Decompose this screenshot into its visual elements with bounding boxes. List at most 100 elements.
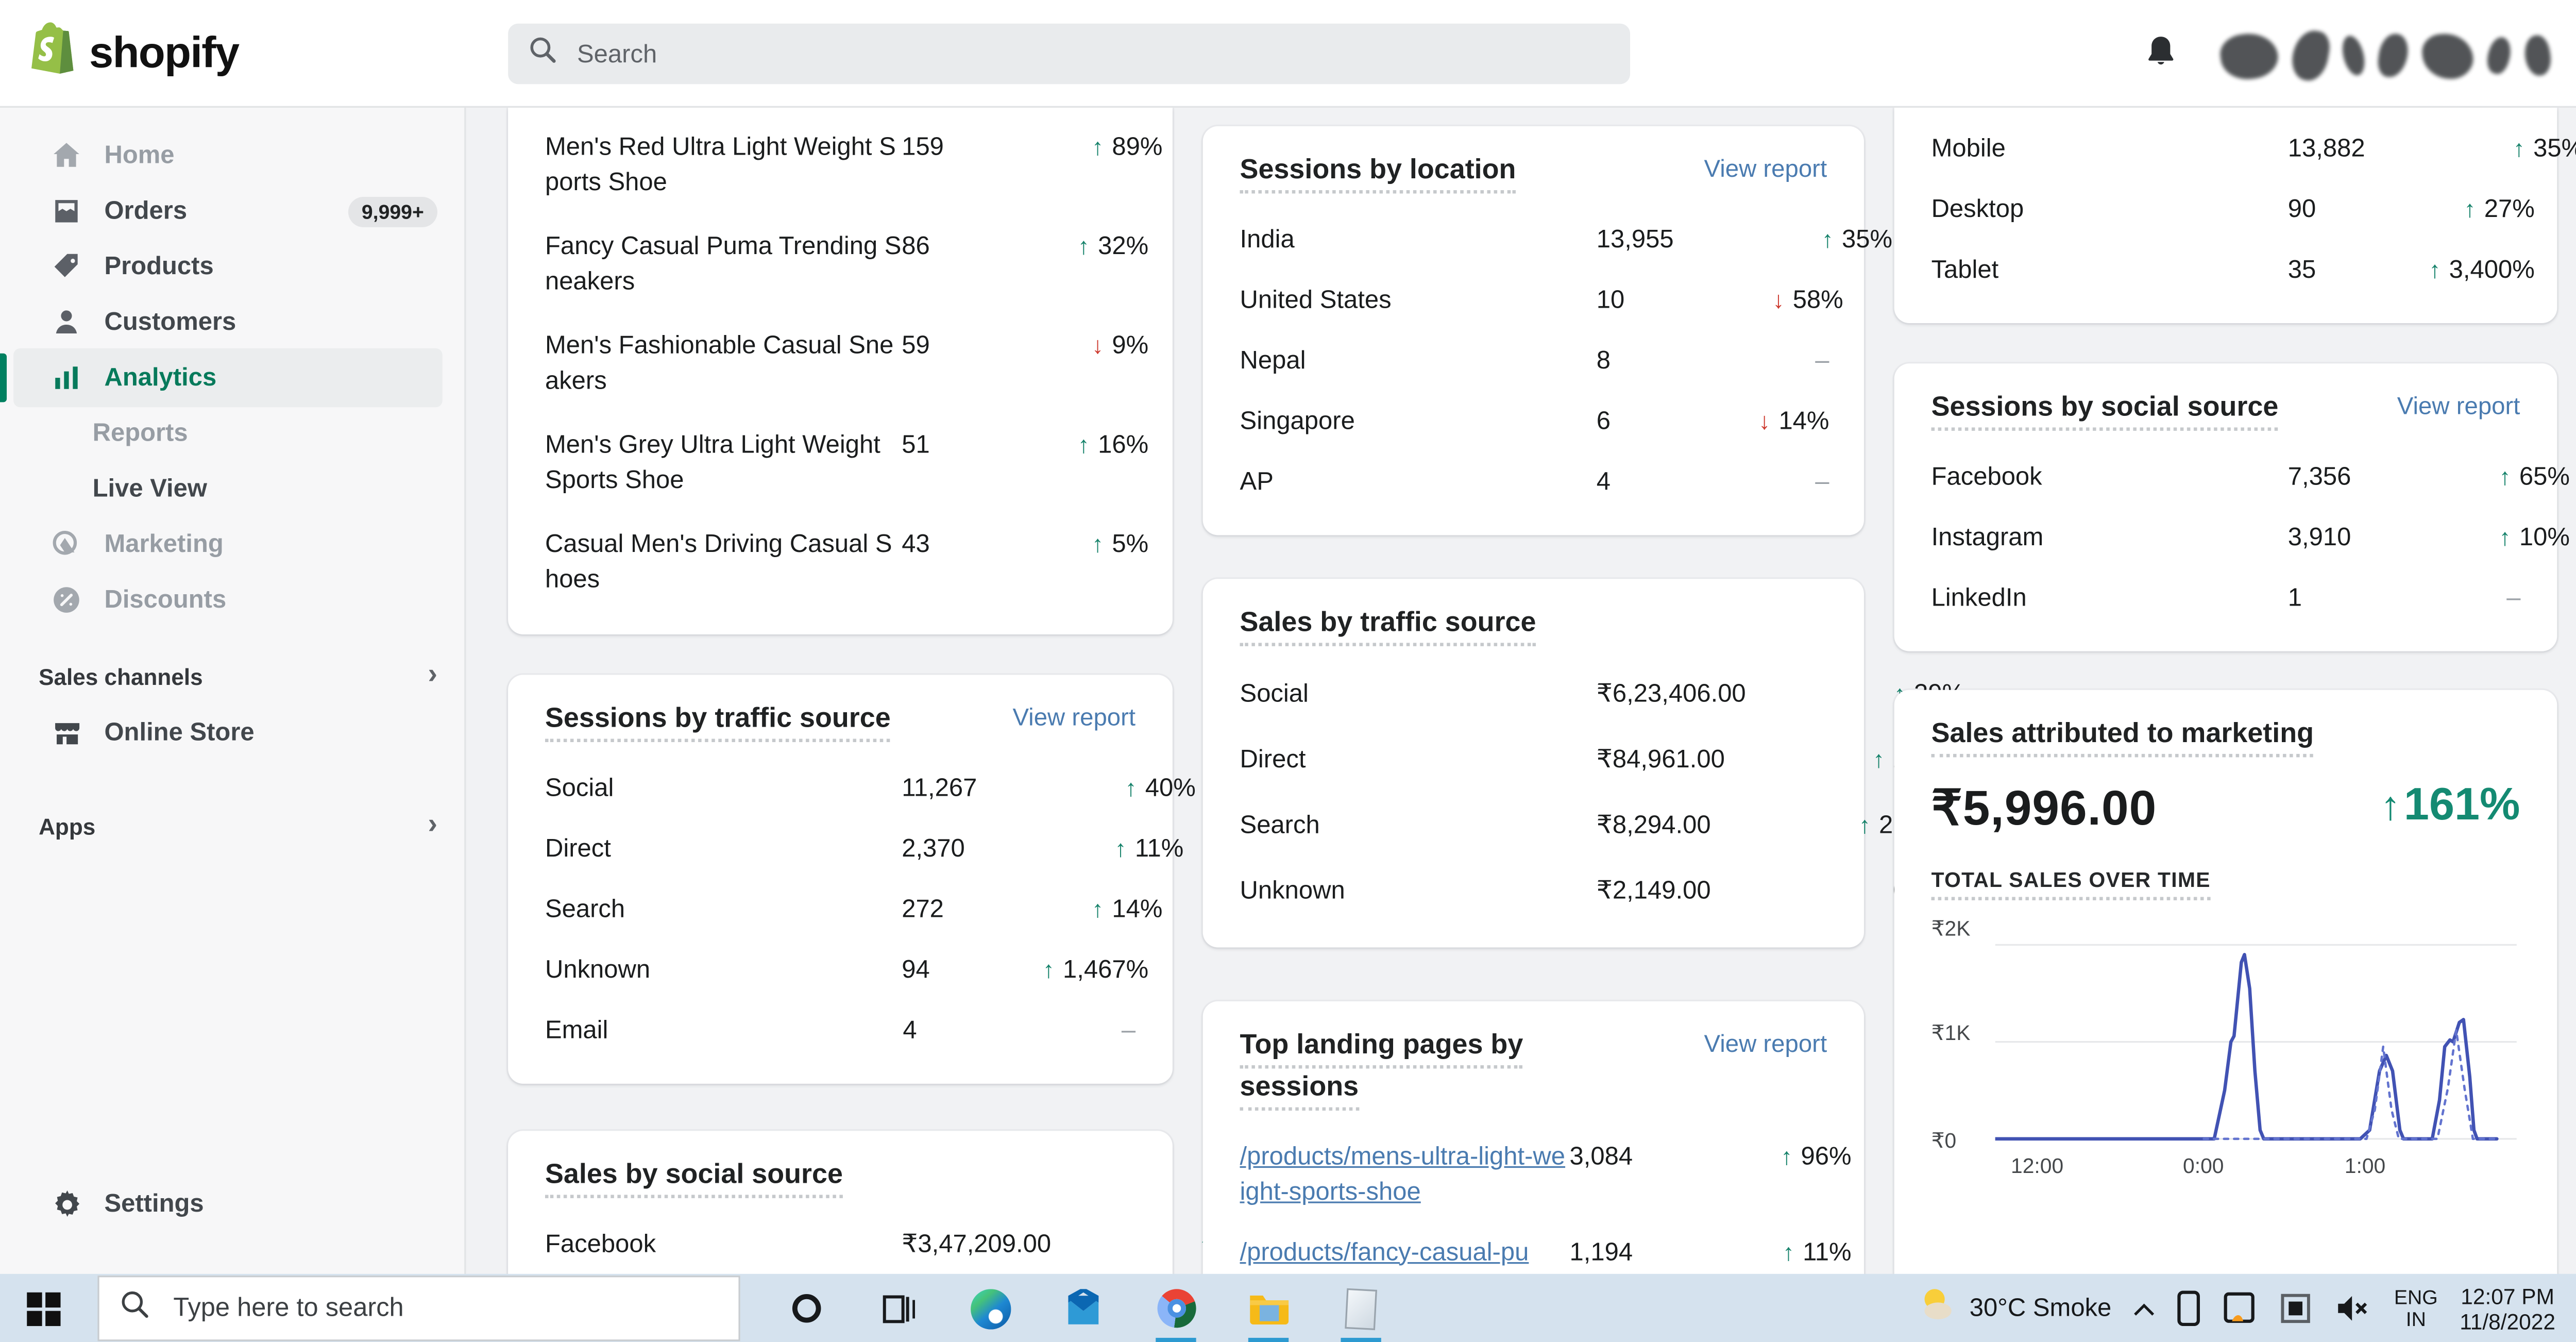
card-title: Sales attributed to marketing [1931,713,2314,756]
landing-page-link[interactable]: /products/fancy-casual-pu [1240,1234,1570,1270]
sidebar-item-products[interactable]: Products [0,239,464,295]
stat-table: India13,955↑35%United States10↓58%Nepal8… [1240,209,1827,512]
file-explorer-icon[interactable] [1247,1274,1291,1342]
view-report-link[interactable]: View report [1012,698,1136,741]
sidebar-item-label: Orders [104,197,187,226]
sessions-by-traffic-source-card: Sessions by traffic source View report S… [508,675,1173,1083]
sidebar-item-analytics[interactable]: Analytics [0,350,464,406]
arrow-up-icon: ↑ [1783,1238,1794,1265]
view-report-link[interactable]: View report [1704,1025,1827,1067]
online-store-label: Online Store [104,718,254,747]
language-indicator[interactable]: ENG IN [2394,1286,2438,1330]
store-signature-scribble[interactable] [2221,30,2550,81]
stat-table: Social11,267↑40%Direct2,370↑11%Search272… [545,757,1136,1060]
stat-value: 8 [1597,342,1698,378]
table-row: Men's Grey Ultra Light Weight Sports Sho… [545,412,1136,512]
stat-label: Men's Red Ultra Light Weight Sports Shoe [545,129,902,199]
stat-label: LinkedIn [1931,580,2288,615]
chart-plot-area [1995,927,2517,1148]
arrow-up-icon: ↑ [1125,773,1137,800]
weather-widget[interactable]: 30°C Smoke [1916,1284,2111,1333]
sessions-by-device-card: Mobile13,882↑35%Desktop90↑27%Tablet35↑3,… [1894,108,2557,323]
sidebar-item-reports[interactable]: Reports [0,406,464,461]
sidebar: Home Orders9,999+ProductsCustomersAnalyti… [0,108,466,1342]
card-title: Top landing pages by sessions [1240,1025,1594,1109]
taskbar-search-box[interactable] [97,1276,740,1341]
stat-label: Instagram [1931,519,2288,555]
analytics-dashboard: Men's Red Ultra Light Weight Sports Shoe… [466,108,2576,1342]
volume-muted-icon[interactable] [2335,1293,2372,1324]
arrow-up-icon: ↑ [1859,811,1871,838]
view-report-link[interactable]: View report [1704,150,1827,192]
table-row: Search₹8,294.00↑21% [1240,793,1827,858]
marketing-icon [50,528,82,560]
admin-search-bar[interactable] [508,24,1630,85]
shopify-wordmark: shopify [89,26,239,78]
shopify-logo[interactable]: shopify [30,22,239,82]
stat-value: 3,084 [1570,1138,1720,1174]
stat-delta: – [1698,464,1829,499]
table-row: Direct2,370↑11% [545,818,1136,879]
sidebar-item-online-store[interactable]: Online Store [0,705,464,761]
mail-icon[interactable] [1061,1274,1105,1342]
sidebar-item-settings[interactable]: Settings [0,1176,464,1232]
stat-delta: ↓58% [1712,282,1843,317]
table-row: /products/mens-ultra-light-weight-sports… [1240,1126,1827,1221]
table-row: /products/fancy-casual-pu1,194↑11% [1240,1222,1827,1283]
sidebar-nav: Home Orders9,999+ProductsCustomersAnalyti… [0,128,464,628]
stat-table: Facebook7,356↑65%Instagram3,910↑10%Linke… [1931,446,2520,628]
sidebar-item-home[interactable]: Home [0,128,464,183]
table-row: Unknown₹2,149.000% [1240,858,1827,924]
sidebar-item-live-view[interactable]: Live View [0,461,464,517]
stat-table: Social₹6,23,406.00↑39%Direct₹84,961.00↑2… [1240,661,1827,924]
stat-value: 4 [1597,464,1698,499]
task-view-icon[interactable] [876,1274,920,1342]
hidden-icons-chevron[interactable] [2133,1298,2155,1323]
windows-start-button[interactable] [27,1293,60,1326]
notepad-icon[interactable] [1339,1274,1383,1342]
sidebar-section-sales-channels[interactable]: Sales channels › [0,651,464,702]
sidebar-item-marketing[interactable]: Marketing [0,516,464,572]
stat-delta: ↑65% [2438,459,2570,494]
sidebar-item-label: Home [104,141,174,170]
view-report-link[interactable]: View report [2397,387,2520,429]
table-row: Singapore6↓14% [1240,391,1827,451]
stat-label: Mobile [1931,130,2288,166]
table-row: Facebook₹3,47,209.00↑64% [545,1213,1136,1274]
sidebar-item-customers[interactable]: Customers [0,294,464,350]
stat-value: 1,194 [1570,1234,1720,1270]
landing-page-link[interactable]: /products/mens-ultra-light-weight-sports… [1240,1138,1570,1209]
sidebar-item-orders[interactable]: Orders9,999+ [0,183,464,239]
stat-label: Men's Grey Ultra Light Weight Sports Sho… [545,427,902,497]
snip-sync-icon[interactable] [2223,1290,2258,1326]
table-row: LinkedIn1– [1931,567,2520,628]
sidebar-section-apps[interactable]: Apps › [0,801,464,851]
clock-widget[interactable]: 12:07 PM 11/8/2022 [2460,1283,2555,1334]
phone-link-icon[interactable] [2177,1290,2201,1326]
stat-label: Facebook [1931,459,2288,494]
notification-bell-icon[interactable] [2145,33,2177,77]
taskbar-search-input[interactable] [170,1291,718,1325]
stat-delta: ↑3,400% [2403,251,2535,287]
stat-value: ₹2,149.00 [1597,874,1799,909]
stat-delta: ↑96% [1720,1138,1852,1174]
chevron-right-icon: › [428,808,437,841]
sidebar-item-discounts[interactable]: Discounts [0,572,464,628]
stat-value: ₹84,961.00 [1597,742,1812,778]
table-row: Direct₹84,961.00↑26% [1240,727,1827,793]
arrow-up-icon: ↑ [1781,1142,1792,1169]
chrome-icon[interactable] [1154,1274,1198,1342]
edge-icon[interactable] [969,1274,1013,1342]
stat-value: 10 [1597,282,1712,317]
display-icon[interactable] [2280,1291,2313,1325]
stat-label: Facebook [545,1226,902,1262]
stat-value: 1 [2288,580,2389,615]
top-products-card: Men's Red Ultra Light Weight Sports Shoe… [508,108,1173,634]
orders-icon [50,195,82,227]
card-title: Sales by traffic source [1240,602,1536,645]
cortana-icon[interactable] [784,1274,828,1342]
stat-delta: ↑1,467% [1017,952,1148,987]
stat-label: Casual Men's Driving Casual Shoes [545,526,902,596]
search-input[interactable] [573,38,1609,70]
topbar: shopify [0,0,2576,108]
